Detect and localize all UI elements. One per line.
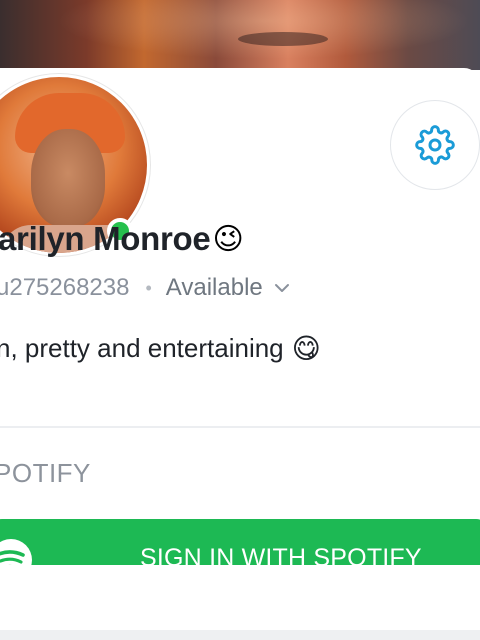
name-row: arilyn Monroe 😉 [0,220,244,258]
bottom-strip [0,565,480,640]
divider [0,426,480,428]
chevron-down-icon [274,284,289,292]
status-label: Available [165,274,263,301]
status-dropdown[interactable]: Available [166,274,291,302]
meta-separator: • [145,277,152,298]
gear-icon [415,125,455,165]
meta-row: u275268238 • Available [0,274,291,302]
username: u275268238 [0,274,130,301]
wink-emoji: 😉 [212,221,244,257]
bio: n, pretty and entertaining 😋 [0,332,321,365]
display-name: arilyn Monroe [0,220,211,257]
spotify-section-title: POTIFY [0,458,91,488]
profile-screen: arilyn Monroe 😉 u275268238 • Available n… [0,0,480,640]
yum-emoji: 😋 [291,332,321,365]
settings-button[interactable] [390,100,480,190]
profile-card: arilyn Monroe 😉 u275268238 • Available n… [0,68,480,640]
bio-text: n, pretty and entertaining [0,333,284,363]
cover-photo [0,0,480,70]
